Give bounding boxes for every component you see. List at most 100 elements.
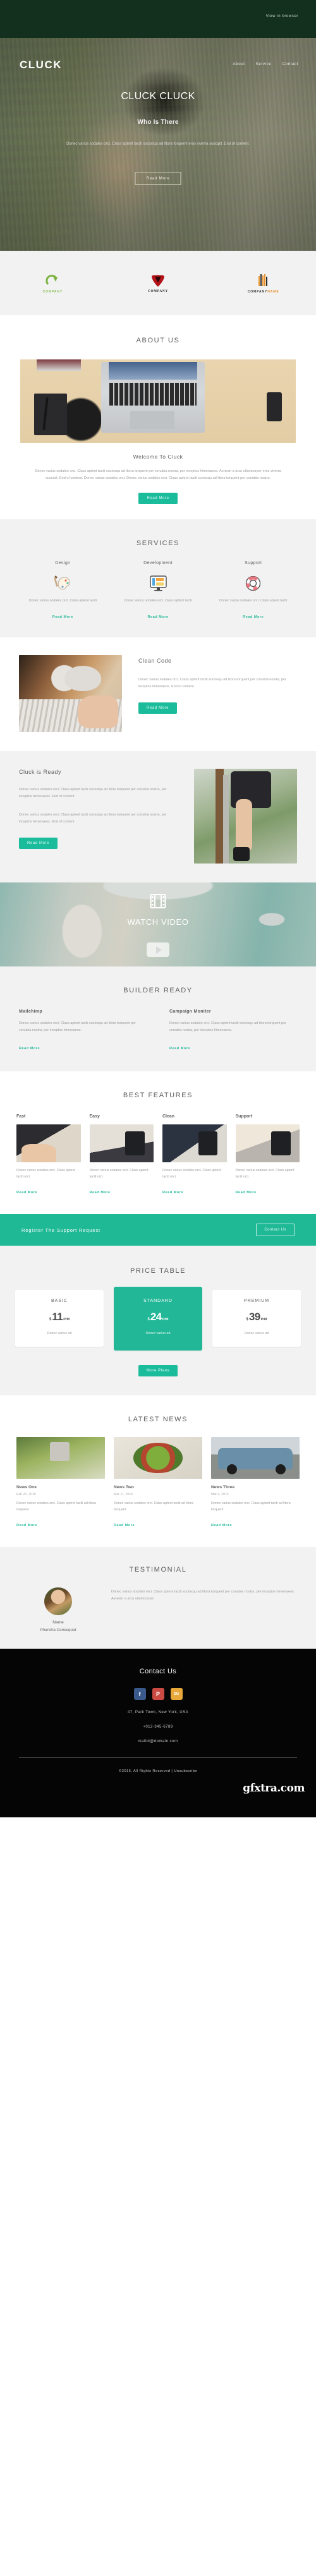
feature-heading: Fast — [16, 1114, 26, 1119]
play-button-icon[interactable] — [147, 942, 169, 957]
more-plans-button[interactable]: More Plans — [138, 1365, 178, 1376]
partner-logo-2[interactable]: COMPANY — [106, 273, 211, 293]
price-table-section: PRICE TABLE BASIC $ 11 P/M Donec varius … — [0, 1246, 316, 1395]
plan-feature: Donec varius ad — [244, 1332, 269, 1335]
nav-item-service[interactable]: Service — [256, 62, 272, 66]
watermark-label: gfxtra.com — [243, 1782, 305, 1795]
view-in-browser-link[interactable]: View in browser — [266, 15, 298, 18]
builder-text: Donec varius sodales orci. Class aptent … — [19, 1021, 136, 1032]
about-image — [20, 359, 296, 443]
builder-read-more-link[interactable]: Read More — [19, 1047, 40, 1050]
feature-read-more-link[interactable]: Read More — [162, 1191, 183, 1195]
coffee-cup-decor — [64, 666, 101, 692]
testimonial-section-title: TESTIMONIAL — [129, 1566, 187, 1574]
builder-row: Mailchimp Donec varius sodales orci. Cla… — [19, 1009, 297, 1052]
news-link-wrap: Read More — [114, 1518, 202, 1529]
news-text: Donec varius sodales orci. Class aptent … — [16, 1502, 96, 1512]
partner-logo-3-label: COMPANYNAME — [247, 289, 279, 294]
partner-logo-3[interactable]: COMPANYNAME — [210, 273, 316, 294]
clean-code-paragraph: Donec varius sodales orci. Class aptent … — [138, 678, 286, 689]
hero-read-more-button[interactable]: Read More — [135, 172, 181, 185]
price-card-premium[interactable]: PREMIUM $ 39 P/M Donec varius ad — [212, 1290, 301, 1347]
social-links: f P su — [0, 1688, 316, 1700]
service-link-wrap: Read More — [209, 610, 297, 621]
notebook-decor — [34, 394, 67, 435]
car-wheel-front — [227, 1464, 238, 1475]
feature-heading: Clean — [162, 1114, 175, 1119]
features-section-title: BEST FEATURES — [123, 1092, 193, 1099]
news-card-one: News One Feb 20, 2016 Donec varius sodal… — [16, 1437, 105, 1529]
feature-read-more-link[interactable]: Read More — [90, 1191, 111, 1195]
pinterest-icon[interactable]: P — [152, 1688, 164, 1700]
books-decor — [37, 359, 81, 371]
tap-decor — [50, 1441, 70, 1462]
best-features-section: BEST FEATURES Fast Donec varius sodales … — [0, 1071, 316, 1214]
news-read-more-link[interactable]: Read More — [114, 1524, 135, 1527]
footer-email[interactable]: mailid@domain.com — [0, 1740, 316, 1743]
lifebuoy-icon — [209, 573, 297, 593]
news-date: Feb 20, 2016 — [16, 1493, 36, 1496]
partner-logo-1[interactable]: COMPANY — [0, 273, 106, 294]
service-card-development: Development Donec varius sodales orci. C… — [111, 561, 206, 621]
plan-feature: Donec varius ad — [47, 1332, 72, 1335]
cluck-ready-paragraph-2: Donec varius sodales orci. Class aptent … — [19, 813, 167, 824]
builder-link-wrap: Read More — [19, 1041, 147, 1052]
service-read-more-link[interactable]: Read More — [52, 615, 73, 619]
clean-code-heading: Clean Code — [138, 658, 172, 664]
film-strip-icon — [150, 894, 166, 912]
service-read-more-link[interactable]: Read More — [243, 615, 264, 619]
feature-link-wrap: Read More — [236, 1185, 300, 1196]
service-read-more-link[interactable]: Read More — [147, 615, 168, 619]
preheader-bar: View in browser — [0, 0, 316, 38]
hand-decor — [21, 1144, 56, 1162]
feature-image — [235, 1124, 300, 1162]
plan-amount: $ 11 P/M — [20, 1311, 99, 1323]
plan-currency: $ — [246, 1318, 248, 1321]
stumbleupon-icon[interactable]: su — [170, 1688, 183, 1700]
price-card-basic[interactable]: BASIC $ 11 P/M Donec varius ad — [15, 1290, 104, 1347]
nav-item-contact[interactable]: Contact — [282, 62, 298, 66]
device-decor — [125, 1131, 145, 1156]
service-text: Donec varius sodales orci. Class aptent … — [219, 599, 288, 603]
plan-period: P/M — [63, 1318, 70, 1321]
clean-code-read-more-button[interactable]: Read More — [138, 702, 178, 714]
clean-code-section: Clean Code Donec varius sodales orci. Cl… — [0, 637, 316, 751]
hero-navigation: About Service Contact — [233, 62, 298, 66]
feature-card-fast: Fast Donec varius sodales orci. Class ap… — [16, 1114, 81, 1196]
clean-code-image — [19, 655, 122, 732]
feature-heading: Easy — [89, 1114, 100, 1119]
plan-period: P/M — [162, 1318, 169, 1321]
cluck-ready-read-more-button[interactable]: Read More — [19, 838, 58, 849]
footer-section: Contact Us f P su 47, Park Town, New Yor… — [0, 1649, 316, 1817]
about-paragraph: Donec varius sodales orci. Class aptent … — [35, 469, 281, 480]
service-card-design: Design Donec varius sodales orci. Class … — [15, 561, 111, 621]
support-request-bar: Register The Support Request Contact Us — [0, 1214, 316, 1246]
price-card-standard[interactable]: STANDARD $ 24 P/M Donec varius ad — [114, 1287, 202, 1351]
testimonial-section: TESTIMONIAL Name Pharetra.Consequat Done… — [0, 1547, 316, 1649]
nav-item-about[interactable]: About — [233, 62, 245, 66]
plan-value: 39 — [248, 1311, 260, 1323]
feature-read-more-link[interactable]: Read More — [16, 1191, 37, 1195]
laptop-decor — [101, 362, 205, 433]
feature-read-more-link[interactable]: Read More — [236, 1191, 257, 1195]
watch-video-banner[interactable]: WATCH VIDEO — [0, 882, 316, 966]
testimonial-quote: Donec varius sodales orci. Class aptent … — [111, 1590, 295, 1601]
facebook-icon[interactable]: f — [133, 1688, 146, 1700]
footer-phone[interactable]: +012-345-6789 — [0, 1725, 316, 1729]
builder-heading: Mailchimp — [19, 1009, 42, 1014]
about-read-more-button[interactable]: Read More — [138, 493, 178, 504]
news-date: Mar 11, 2016 — [114, 1493, 133, 1496]
news-read-more-link[interactable]: Read More — [16, 1524, 37, 1527]
boot-decor — [233, 847, 250, 861]
cluck-ready-section: Cluck is Ready Donec varius sodales orci… — [0, 751, 316, 882]
news-read-more-link[interactable]: Read More — [211, 1524, 232, 1527]
plan-value: 24 — [150, 1311, 162, 1323]
builder-read-more-link[interactable]: Read More — [169, 1047, 190, 1050]
brand-logo[interactable]: CLUCK — [20, 59, 62, 71]
phone-decor — [267, 392, 282, 421]
more-plans-wrap: More Plans — [15, 1363, 301, 1376]
palette-brush-icon — [19, 573, 107, 593]
orange-bars-logo-icon — [210, 273, 316, 288]
contact-us-button[interactable]: Contact Us — [256, 1224, 295, 1236]
about-heading: Welcome To Cluck — [133, 454, 183, 460]
